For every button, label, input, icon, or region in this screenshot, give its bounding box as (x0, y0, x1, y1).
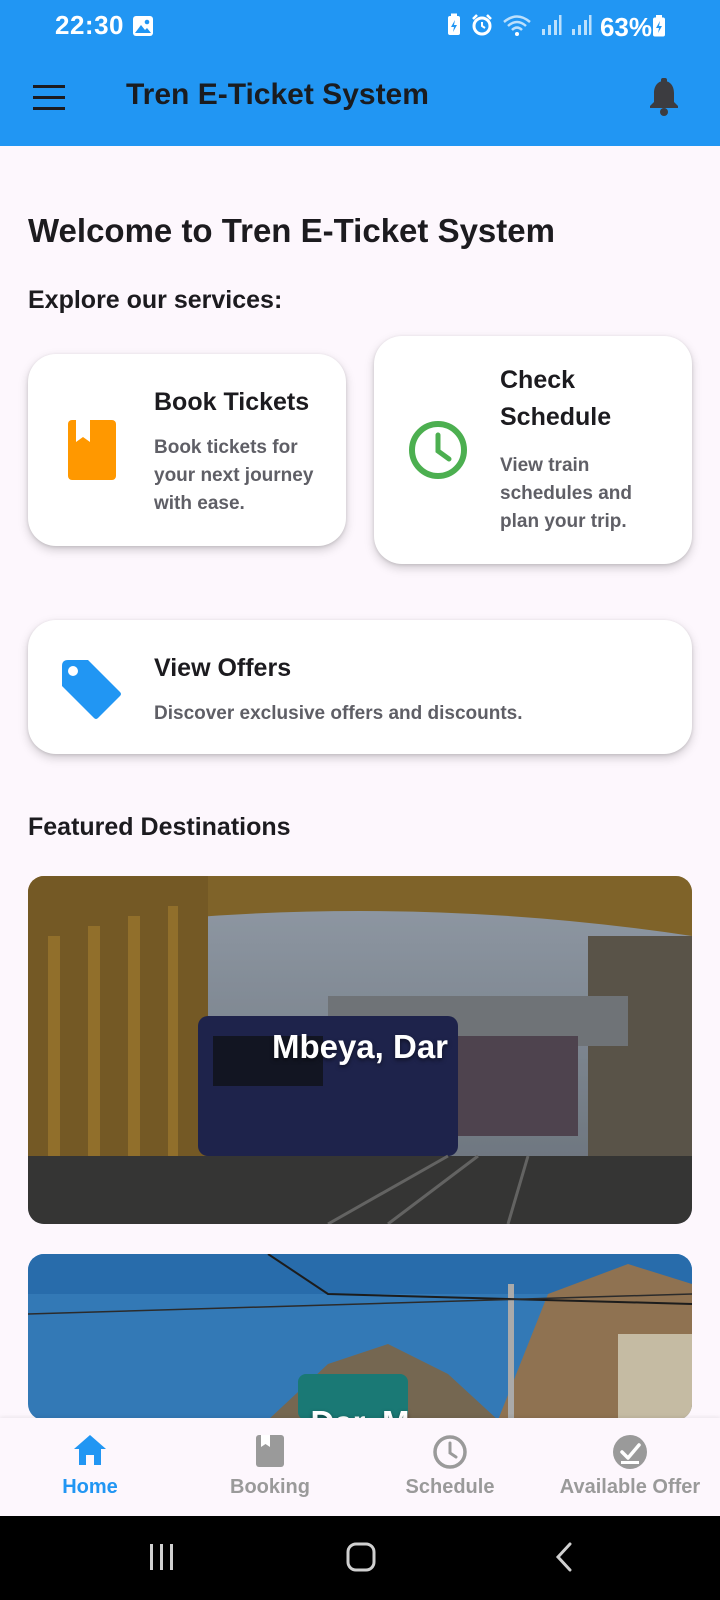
card-description: Discover exclusive offers and discounts. (154, 703, 523, 724)
home-icon (73, 1434, 107, 1471)
back-icon[interactable] (554, 1542, 574, 1577)
nav-label: Booking (230, 1476, 310, 1498)
wifi-icon (502, 13, 532, 42)
card-title: Check Schedule (500, 366, 612, 431)
bottom-navigation: Home Booking Schedule Available Offer (0, 1418, 720, 1516)
system-navigation-bar (0, 1516, 720, 1600)
battery-saver-icon (446, 13, 462, 42)
book-tickets-card[interactable]: Book Tickets Book tickets for your next … (28, 354, 346, 546)
destination-card[interactable]: Dar, M (28, 1254, 692, 1420)
clock-icon (408, 420, 468, 485)
alarm-icon (470, 13, 494, 42)
status-time: 22:30 (55, 10, 124, 40)
app-title: Tren E-Ticket System (126, 78, 429, 111)
nav-label: Home (62, 1476, 118, 1498)
battery-percent: 63% (599, 12, 652, 42)
book-icon (68, 420, 116, 485)
explore-heading: Explore our services: (28, 286, 283, 314)
signal-icon (570, 14, 592, 41)
book-icon (255, 1434, 285, 1473)
status-icons: 63% (446, 12, 652, 43)
clock-icon (432, 1434, 468, 1475)
destination-card[interactable]: Mbeya, Dar (28, 876, 692, 1224)
tag-icon (60, 658, 122, 725)
nav-label: Available Offer (559, 1476, 701, 1498)
recent-apps-icon[interactable] (148, 1542, 176, 1577)
nav-booking[interactable]: Booking (180, 1418, 360, 1516)
home-button-icon[interactable] (346, 1542, 376, 1577)
check-schedule-card[interactable]: Check Schedule View train schedules and … (374, 336, 692, 564)
featured-destinations-heading: Featured Destinations (28, 813, 291, 841)
nav-schedule[interactable]: Schedule (360, 1418, 540, 1516)
check-circle-icon (612, 1434, 648, 1475)
status-bar: 22:30 63% (0, 0, 720, 52)
coastal-train-image (28, 1254, 692, 1420)
nav-label: Schedule (405, 1476, 495, 1498)
battery-icon (652, 15, 666, 42)
destination-name: Mbeya, Dar (271, 1028, 449, 1065)
view-offers-card[interactable]: View Offers Discover exclusive offers an… (28, 620, 692, 754)
nav-available-offer[interactable]: Available Offer (540, 1418, 720, 1516)
app-bar: Tren E-Ticket System (0, 52, 720, 146)
nav-home[interactable]: Home (0, 1418, 180, 1516)
card-description: View train schedules and plan your trip. (500, 455, 632, 532)
hamburger-menu-icon[interactable] (33, 85, 65, 111)
signal-icon (540, 14, 562, 41)
card-title: Book Tickets (154, 388, 310, 416)
gallery-icon (132, 15, 154, 42)
card-title: View Offers (154, 654, 292, 682)
card-description: Book tickets for your next journey with … (154, 437, 314, 514)
welcome-heading: Welcome to Tren E-Ticket System (28, 212, 555, 249)
bell-icon[interactable] (648, 78, 680, 121)
